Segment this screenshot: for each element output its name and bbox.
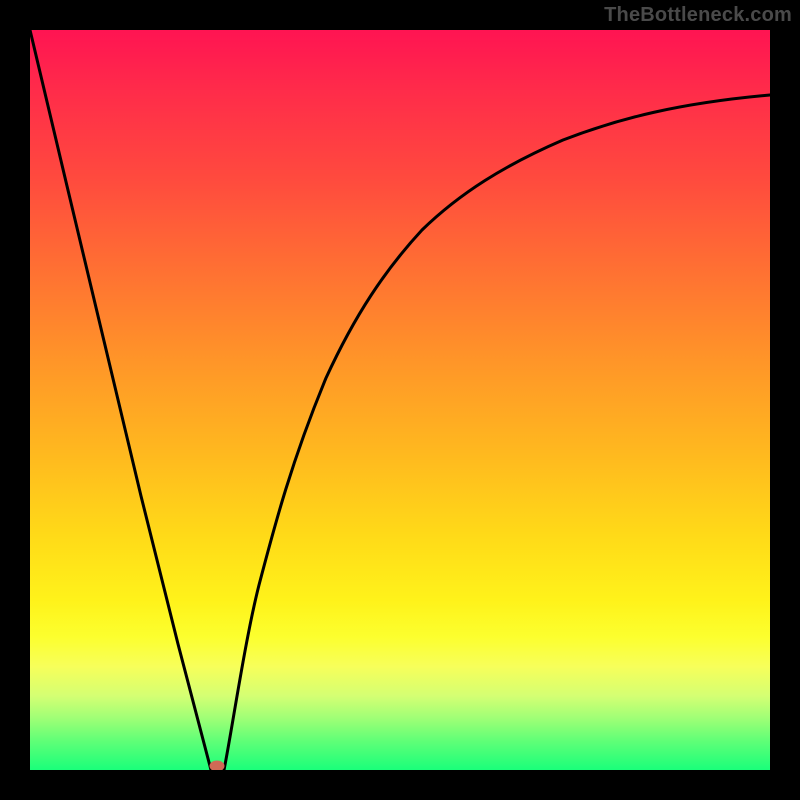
curve-right-branch xyxy=(224,95,770,770)
chart-frame: TheBottleneck.com xyxy=(0,0,800,800)
curve-left-branch xyxy=(30,30,211,770)
watermark-label: TheBottleneck.com xyxy=(604,4,792,27)
optimal-point-marker xyxy=(210,761,225,771)
bottleneck-curve xyxy=(30,30,770,770)
plot-area xyxy=(30,30,770,770)
